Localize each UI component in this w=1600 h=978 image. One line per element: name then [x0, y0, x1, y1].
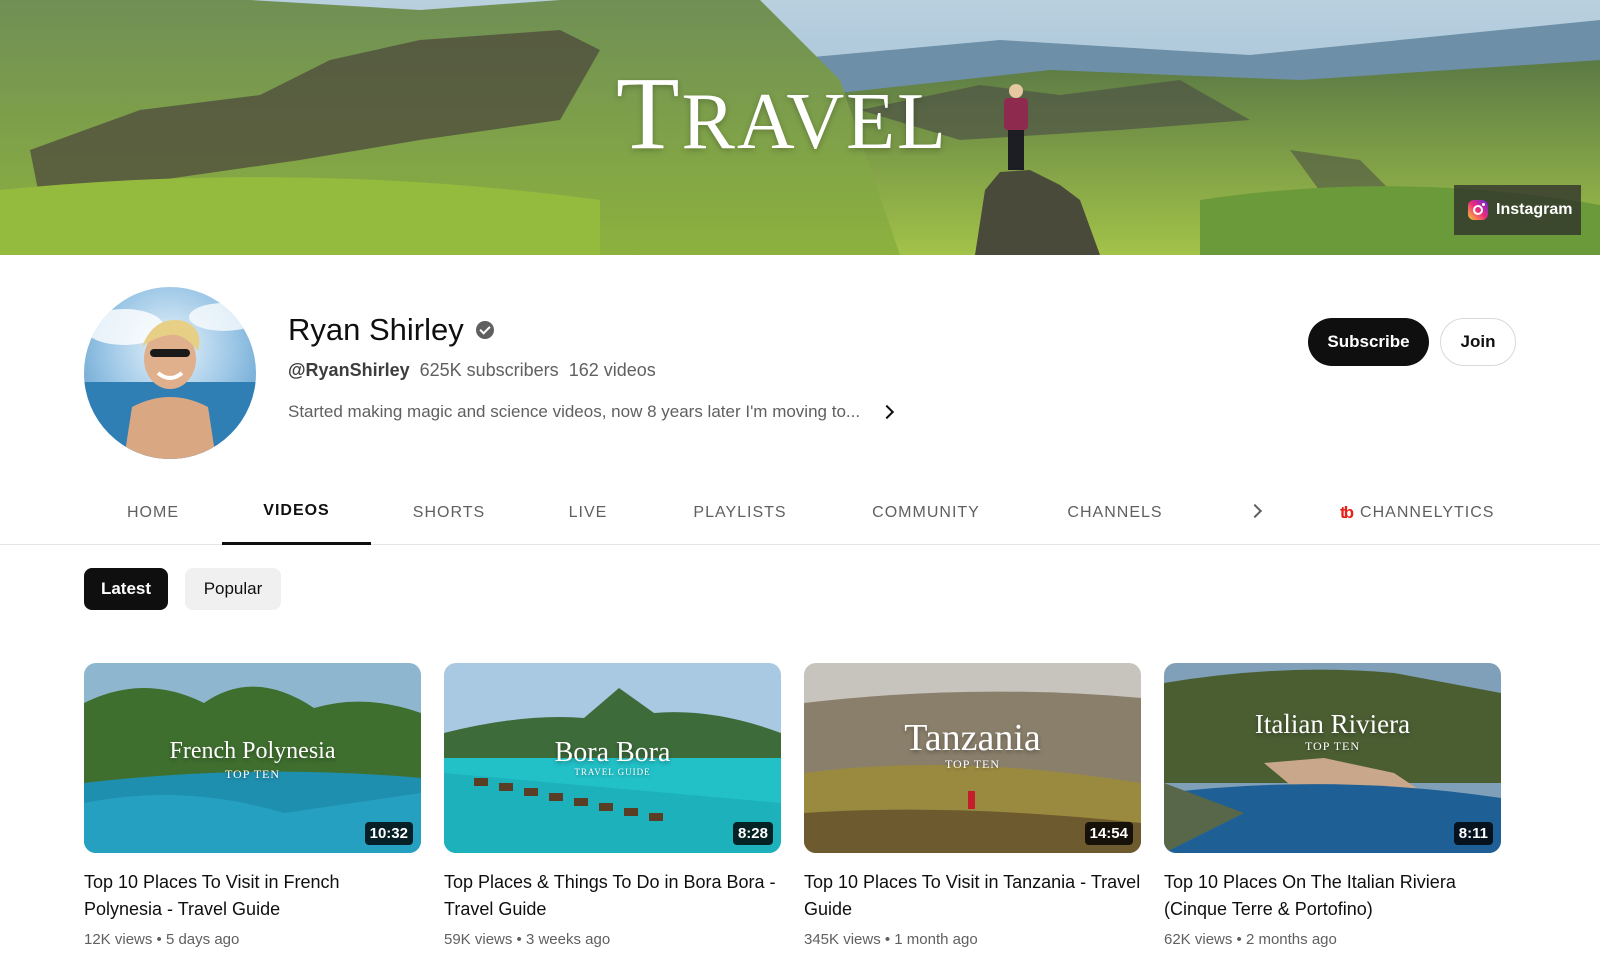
- thumbnail-subtitle: TOP TEN: [224, 767, 281, 781]
- channel-description-text: Started making magic and science videos,…: [288, 402, 861, 421]
- video-duration: 14:54: [1084, 822, 1133, 845]
- video-thumbnail[interactable]: Bora Bora TRAVEL GUIDE 8:28: [444, 663, 781, 853]
- video-duration: 8:11: [1453, 822, 1493, 845]
- thumbnail-image: [1164, 663, 1501, 853]
- channel-name-text: Ryan Shirley: [288, 312, 464, 347]
- channel-banner: TRAVEL Instagram: [0, 0, 1600, 255]
- thumbnail-subtitle: TOP TEN: [1304, 739, 1361, 753]
- video-thumbnail[interactable]: Tanzania TOP TEN 14:54: [804, 663, 1141, 853]
- thumbnail-title: Italian Riviera: [1254, 709, 1411, 739]
- channel-name: Ryan Shirley: [288, 312, 494, 348]
- thumbnail-subtitle: TRAVEL GUIDE: [574, 767, 651, 777]
- tab-community[interactable]: COMMUNITY: [862, 480, 990, 545]
- tab-shorts[interactable]: SHORTS: [400, 480, 498, 545]
- tab-playlists[interactable]: PLAYLISTS: [684, 480, 796, 545]
- video-meta: 59K views • 3 weeks ago: [444, 931, 611, 948]
- banner-title: TRAVEL: [616, 56, 948, 171]
- tab-home[interactable]: HOME: [114, 480, 192, 545]
- channel-handle: @RyanShirley: [288, 360, 410, 380]
- tab-live[interactable]: LIVE: [555, 480, 621, 545]
- subscriber-count: 625K subscribers: [419, 360, 559, 380]
- video-meta: 62K views • 2 months ago: [1164, 931, 1337, 948]
- video-card[interactable]: Bora Bora TRAVEL GUIDE 8:28 Top Places &…: [444, 663, 781, 948]
- video-thumbnail[interactable]: French Polynesia TOP TEN 10:32: [84, 663, 421, 853]
- tab-channelytics[interactable]: tb CHANNELYTICS: [1340, 480, 1494, 545]
- thumbnail-subtitle: TOP TEN: [944, 757, 1001, 771]
- video-duration: 10:32: [364, 822, 413, 845]
- video-card[interactable]: Italian Riviera TOP TEN 8:11 Top 10 Plac…: [1164, 663, 1501, 948]
- video-count: 162 videos: [568, 360, 656, 380]
- thumbnail-title: Tanzania: [904, 717, 1041, 759]
- channel-description[interactable]: Started making magic and science videos,…: [288, 402, 895, 422]
- avatar-image: [84, 303, 256, 459]
- instagram-link[interactable]: Instagram: [1454, 185, 1581, 235]
- video-meta: 12K views • 5 days ago: [84, 931, 240, 948]
- chip-popular[interactable]: Popular: [185, 568, 281, 610]
- join-button[interactable]: Join: [1440, 318, 1516, 366]
- thumbnail-title: French Polynesia: [169, 738, 336, 764]
- channel-meta: @RyanShirley 625K subscribers 162 videos: [288, 360, 656, 381]
- channelytics-icon: tb: [1340, 502, 1354, 522]
- video-card[interactable]: Tanzania TOP TEN 14:54 Top 10 Places To …: [804, 663, 1141, 948]
- channel-avatar[interactable]: [84, 287, 256, 459]
- subscribe-button[interactable]: Subscribe: [1308, 318, 1429, 366]
- video-title[interactable]: Top Places & Things To Do in Bora Bora -…: [444, 869, 781, 923]
- channel-tabs: HOME VIDEOS SHORTS LIVE PLAYLISTS COMMUN…: [0, 480, 1600, 545]
- verified-check-icon: [475, 321, 494, 339]
- tabs-scroll-right-icon[interactable]: [1247, 503, 1263, 519]
- tab-videos[interactable]: VIDEOS: [222, 480, 371, 545]
- video-title[interactable]: Top 10 Places On The Italian Riviera (Ci…: [1164, 869, 1501, 923]
- video-duration: 8:28: [732, 822, 773, 845]
- video-card[interactable]: French Polynesia TOP TEN 10:32 Top 10 Pl…: [84, 663, 421, 948]
- video-meta: 345K views • 1 month ago: [804, 931, 978, 948]
- channelytics-label: CHANNELYTICS: [1360, 503, 1495, 521]
- thumbnail-title: Bora Bora: [554, 737, 671, 768]
- video-thumbnail[interactable]: Italian Riviera TOP TEN 8:11: [1164, 663, 1501, 853]
- chip-latest[interactable]: Latest: [84, 568, 168, 610]
- chevron-right-icon[interactable]: [880, 404, 895, 420]
- tab-channels[interactable]: CHANNELS: [1060, 480, 1170, 545]
- video-title[interactable]: Top 10 Places To Visit in Tanzania - Tra…: [804, 869, 1141, 923]
- video-title[interactable]: Top 10 Places To Visit in French Polynes…: [84, 869, 421, 923]
- instagram-icon: [1468, 200, 1488, 220]
- instagram-link-label: Instagram: [1496, 201, 1573, 218]
